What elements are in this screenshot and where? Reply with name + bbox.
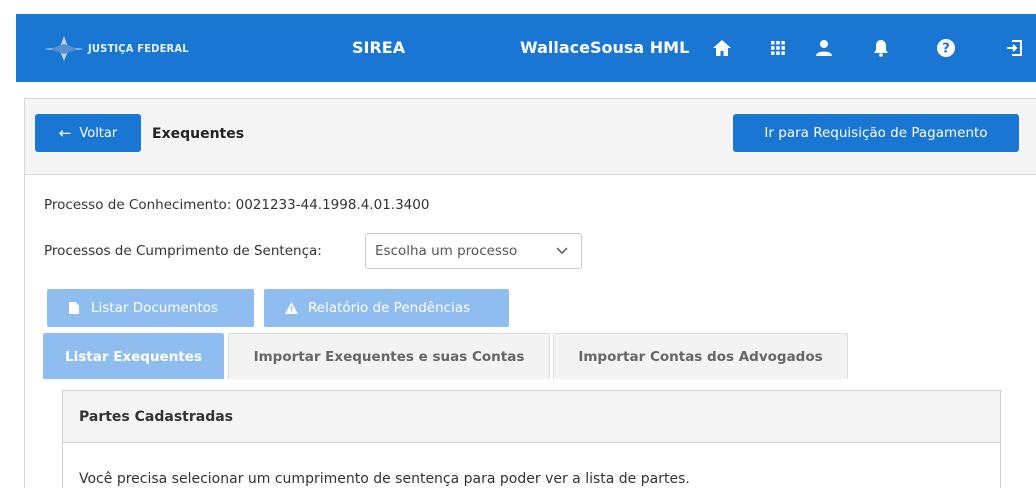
page-title: Exequentes: [152, 126, 245, 142]
back-button-label: Voltar: [79, 125, 118, 141]
list-documents-label: Listar Documentos: [91, 300, 218, 316]
chevron-down-icon: [555, 243, 569, 261]
sentence-process-label: Processos de Cumprimento de Sentença:: [44, 243, 322, 259]
list-documents-button[interactable]: Listar Documentos: [47, 289, 254, 327]
main-panel: ← Voltar Exequentes Ir para Requisição d…: [24, 98, 1036, 488]
tab-import-exequentes[interactable]: Importar Exequentes e suas Contas: [228, 333, 550, 379]
sentence-process-select[interactable]: Escolha um processo: [365, 233, 582, 269]
tab-import-lawyer-accounts[interactable]: Importar Contas dos Advogados: [553, 333, 848, 379]
user-name[interactable]: WallaceSousa HML: [520, 38, 689, 57]
svg-text:?: ?: [942, 42, 950, 57]
card-title: Partes Cadastradas: [79, 409, 233, 425]
apps-grid-icon[interactable]: [766, 36, 790, 60]
bell-icon[interactable]: [869, 36, 893, 60]
select-placeholder: Escolha um processo: [375, 243, 518, 259]
home-icon[interactable]: [710, 36, 734, 60]
justica-federal-emblem-icon: [44, 36, 84, 61]
help-icon[interactable]: ?: [934, 36, 958, 60]
pending-report-label: Relatório de Pendências: [308, 300, 471, 316]
tab-list-exequentes[interactable]: Listar Exequentes: [43, 333, 224, 379]
logo-text: JUSTIÇA FEDERAL: [88, 41, 189, 55]
top-navbar: JUSTIÇA FEDERAL SIREA WallaceSousa HML ?: [16, 14, 1036, 82]
go-to-payment-request-button[interactable]: Ir para Requisição de Pagamento: [733, 114, 1019, 152]
justica-federal-logo[interactable]: JUSTIÇA FEDERAL: [42, 34, 189, 62]
registered-parties-card: Partes Cadastradas Você precisa selecion…: [62, 390, 1001, 488]
document-icon: [69, 302, 79, 314]
arrow-left-icon: ←: [58, 124, 72, 142]
user-icon[interactable]: [812, 36, 836, 60]
warning-icon: [285, 302, 298, 314]
knowledge-process-label: Processo de Conhecimento: 0021233-44.199…: [44, 197, 430, 213]
back-button[interactable]: ← Voltar: [35, 114, 141, 152]
card-header: Partes Cadastradas: [63, 391, 1000, 443]
logout-icon[interactable]: [1002, 36, 1026, 60]
page-header: ← Voltar Exequentes Ir para Requisição d…: [25, 99, 1036, 175]
empty-state-message: Você precisa selecionar um cumprimento d…: [79, 471, 690, 487]
app-name: SIREA: [352, 38, 406, 57]
pending-report-button[interactable]: Relatório de Pendências: [264, 289, 509, 327]
